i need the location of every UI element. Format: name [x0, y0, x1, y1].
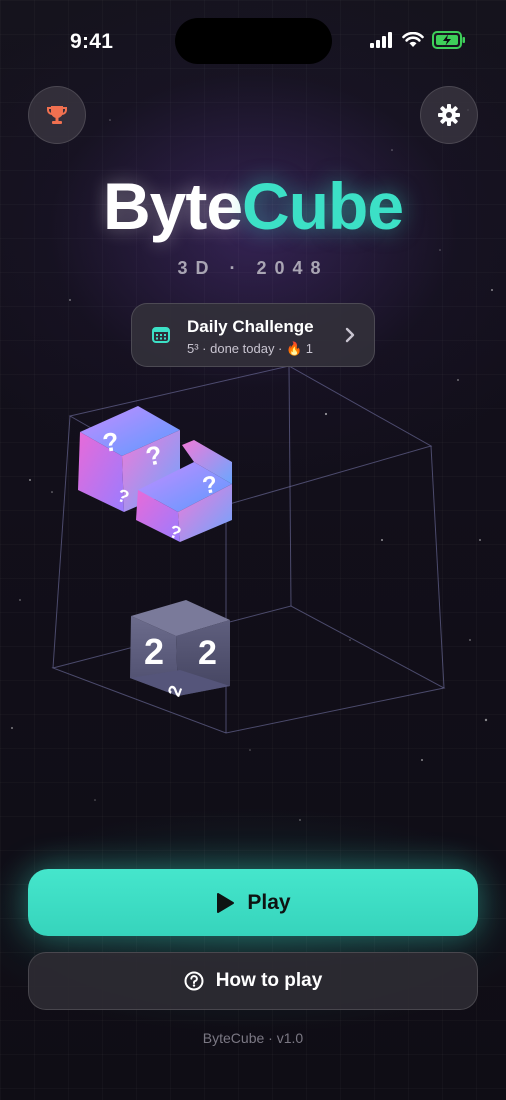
wifi-icon — [402, 32, 424, 47]
play-button[interactable]: Play — [28, 869, 478, 936]
trophy-icon — [47, 106, 67, 124]
daily-challenge-title: Daily Challenge — [187, 317, 314, 336]
number-tile: 2 2 2 — [130, 600, 230, 699]
svg-text:2: 2 — [144, 631, 164, 672]
svg-text:2: 2 — [198, 634, 217, 672]
status-bar: 9:41 — [0, 0, 506, 80]
app-subtitle: 3D · 2048 — [177, 258, 329, 278]
app-logo: ByteCube — [0, 166, 506, 246]
battery-icon — [432, 31, 465, 49]
cube-preview: ? ? ? ? ? 2 2 2 — [51, 365, 446, 734]
version-footer: ByteCube · v1.0 — [202, 1030, 304, 1046]
daily-challenge-status: 5³ · done today · 🔥 1 — [187, 341, 314, 356]
dynamic-island — [175, 18, 332, 64]
how-to-play-button[interactable]: How to play — [28, 952, 478, 1010]
logo-text-byte: Byte — [102, 169, 243, 243]
logo-text-cube: Cube — [242, 169, 404, 243]
gear-icon — [438, 104, 460, 126]
play-icon — [217, 892, 235, 913]
calendar-icon — [152, 327, 170, 343]
status-icons — [370, 31, 466, 49]
how-to-play-label: How to play — [215, 970, 323, 991]
leaderboard-button[interactable] — [28, 86, 86, 144]
daily-challenge-card[interactable]: Daily Challenge 5³ · done today · 🔥 1 — [131, 303, 375, 367]
settings-button[interactable] — [420, 86, 478, 144]
status-time: 9:41 — [70, 30, 114, 53]
signal-icon — [370, 32, 392, 48]
help-circle-icon — [184, 971, 204, 991]
chevron-right-icon — [345, 327, 355, 343]
play-button-label: Play — [247, 890, 291, 914]
